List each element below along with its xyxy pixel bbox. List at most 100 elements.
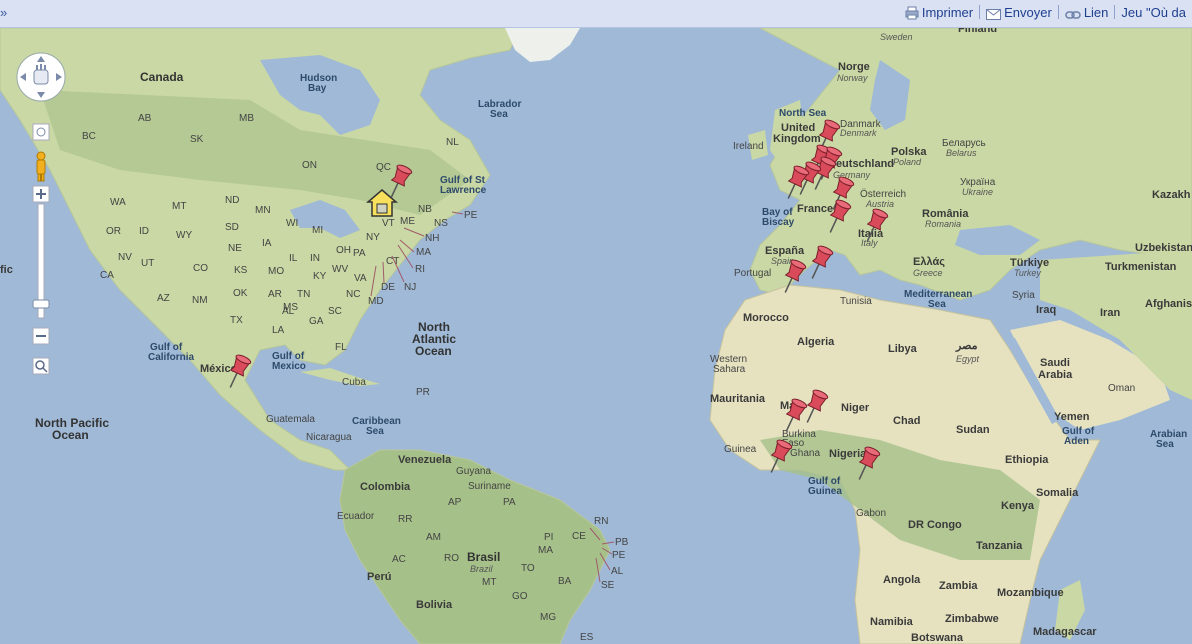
svg-text:VT: VT xyxy=(382,218,395,229)
svg-text:GA: GA xyxy=(309,316,324,327)
svg-text:SE: SE xyxy=(601,580,615,591)
svg-text:OR: OR xyxy=(106,226,121,237)
svg-text:Zimbabwe: Zimbabwe xyxy=(945,613,999,625)
svg-text:SK: SK xyxy=(190,134,204,145)
toolbar-divider xyxy=(979,5,981,19)
svg-text:Sweden: Sweden xyxy=(880,32,913,42)
svg-text:Belarus: Belarus xyxy=(946,148,977,158)
svg-text:Botswana: Botswana xyxy=(911,632,964,644)
chain-link-icon xyxy=(1065,11,1081,19)
svg-text:North Sea: North Sea xyxy=(779,108,827,119)
svg-text:Bolivia: Bolivia xyxy=(416,599,453,611)
svg-text:SD: SD xyxy=(225,222,239,233)
reset-control[interactable] xyxy=(32,123,50,141)
svg-text:Nicaragua: Nicaragua xyxy=(306,432,352,443)
svg-text:AB: AB xyxy=(138,113,152,124)
send-link[interactable]: Envoyer xyxy=(986,5,1052,20)
svg-text:MN: MN xyxy=(255,205,271,216)
link-link[interactable]: Lien xyxy=(1065,5,1108,20)
svg-text:NV: NV xyxy=(118,252,132,263)
map-controls xyxy=(16,52,76,382)
svg-text:Sea: Sea xyxy=(1156,439,1174,450)
svg-text:GO: GO xyxy=(512,591,528,602)
svg-text:Kenya: Kenya xyxy=(1001,500,1035,512)
toolbar: » Imprimer Envoyer Lien Jeu "Où da xyxy=(0,0,1192,28)
svg-text:MG: MG xyxy=(540,612,556,623)
zoom-in-icon[interactable] xyxy=(32,185,50,203)
svg-text:Greece: Greece xyxy=(913,268,943,278)
print-link[interactable]: Imprimer xyxy=(905,5,973,20)
svg-text:Perú: Perú xyxy=(367,571,391,583)
svg-text:TO: TO xyxy=(521,563,535,574)
expand-panel-button[interactable]: » xyxy=(0,4,10,22)
svg-text:ON: ON xyxy=(302,160,317,171)
svg-text:Austria: Austria xyxy=(865,199,894,209)
svg-text:Aden: Aden xyxy=(1064,436,1089,447)
svg-text:NH: NH xyxy=(425,233,439,244)
svg-text:Afghanis: Afghanis xyxy=(1145,298,1192,310)
svg-text:ND: ND xyxy=(225,195,239,206)
toolbar-links: Imprimer Envoyer Lien Jeu "Où da xyxy=(905,5,1192,23)
svg-text:Romania: Romania xyxy=(925,219,961,229)
svg-text:FL: FL xyxy=(335,342,347,353)
svg-text:AP: AP xyxy=(448,497,462,508)
svg-text:WV: WV xyxy=(332,264,348,275)
svg-text:California: California xyxy=(148,352,195,363)
svg-text:Arabia: Arabia xyxy=(1038,369,1073,381)
svg-text:Deutschland: Deutschland xyxy=(828,158,894,170)
svg-text:Guinea: Guinea xyxy=(808,486,842,497)
svg-text:Egypt: Egypt xyxy=(956,354,980,364)
svg-text:Saudi: Saudi xyxy=(1040,357,1070,369)
svg-text:CA: CA xyxy=(100,270,114,281)
svg-text:Algeria: Algeria xyxy=(797,336,835,348)
svg-text:Guyana: Guyana xyxy=(456,466,491,477)
svg-text:Kingdom: Kingdom xyxy=(773,133,821,145)
svg-text:NY: NY xyxy=(366,232,380,243)
pan-hand-icon xyxy=(33,64,49,85)
svg-text:WI: WI xyxy=(286,218,298,229)
print-label: Imprimer xyxy=(921,5,974,20)
svg-text:Guinea: Guinea xyxy=(724,444,757,455)
svg-text:Brazil: Brazil xyxy=(470,564,494,574)
svg-text:Tunisia: Tunisia xyxy=(840,296,872,307)
svg-text:Portugal: Portugal xyxy=(734,268,771,279)
svg-text:AL: AL xyxy=(611,566,624,577)
zoom-slider[interactable] xyxy=(32,203,50,319)
svg-text:CO: CO xyxy=(193,263,208,274)
svg-text:France: France xyxy=(797,203,833,215)
svg-text:NM: NM xyxy=(192,295,208,306)
svg-text:WY: WY xyxy=(176,230,192,241)
svg-text:PR: PR xyxy=(416,387,430,398)
game-link[interactable]: Jeu "Où da xyxy=(1121,5,1186,20)
pan-control[interactable] xyxy=(16,52,66,102)
svg-text:RO: RO xyxy=(444,553,459,564)
svg-text:Colombia: Colombia xyxy=(360,481,411,493)
svg-text:IL: IL xyxy=(289,253,298,264)
svg-text:Poland: Poland xyxy=(893,157,922,167)
send-label: Envoyer xyxy=(1004,5,1052,20)
svg-text:NE: NE xyxy=(228,243,242,254)
svg-text:NJ: NJ xyxy=(404,282,416,293)
svg-text:PE: PE xyxy=(612,550,626,561)
magnify-icon[interactable] xyxy=(32,357,50,375)
svg-text:Sea: Sea xyxy=(366,426,384,437)
zoom-out-icon[interactable] xyxy=(32,327,50,345)
svg-text:Madagascar: Madagascar xyxy=(1033,626,1097,638)
pegman-icon[interactable] xyxy=(36,151,46,182)
svg-text:Turkey: Turkey xyxy=(1014,268,1041,278)
world-map[interactable]: Canada Hudson Bay Labrador Sea Gulf of S… xyxy=(0,28,1192,644)
svg-text:Ocean: Ocean xyxy=(52,428,89,442)
svg-text:AM: AM xyxy=(426,532,441,543)
svg-text:Mozambique: Mozambique xyxy=(997,587,1064,599)
svg-text:AZ: AZ xyxy=(157,293,170,304)
svg-text:Iran: Iran xyxy=(1100,307,1120,319)
svg-text:Cuba: Cuba xyxy=(342,377,366,388)
svg-text:PE: PE xyxy=(464,210,478,221)
svg-text:MA: MA xyxy=(416,247,431,258)
svg-text:Ukraine: Ukraine xyxy=(962,187,993,197)
svg-text:PA: PA xyxy=(503,497,516,508)
svg-text:Libya: Libya xyxy=(888,343,918,355)
label-canada: Canada xyxy=(140,70,184,84)
svg-text:Ethiopia: Ethiopia xyxy=(1005,454,1049,466)
svg-text:Brasil: Brasil xyxy=(467,550,500,564)
